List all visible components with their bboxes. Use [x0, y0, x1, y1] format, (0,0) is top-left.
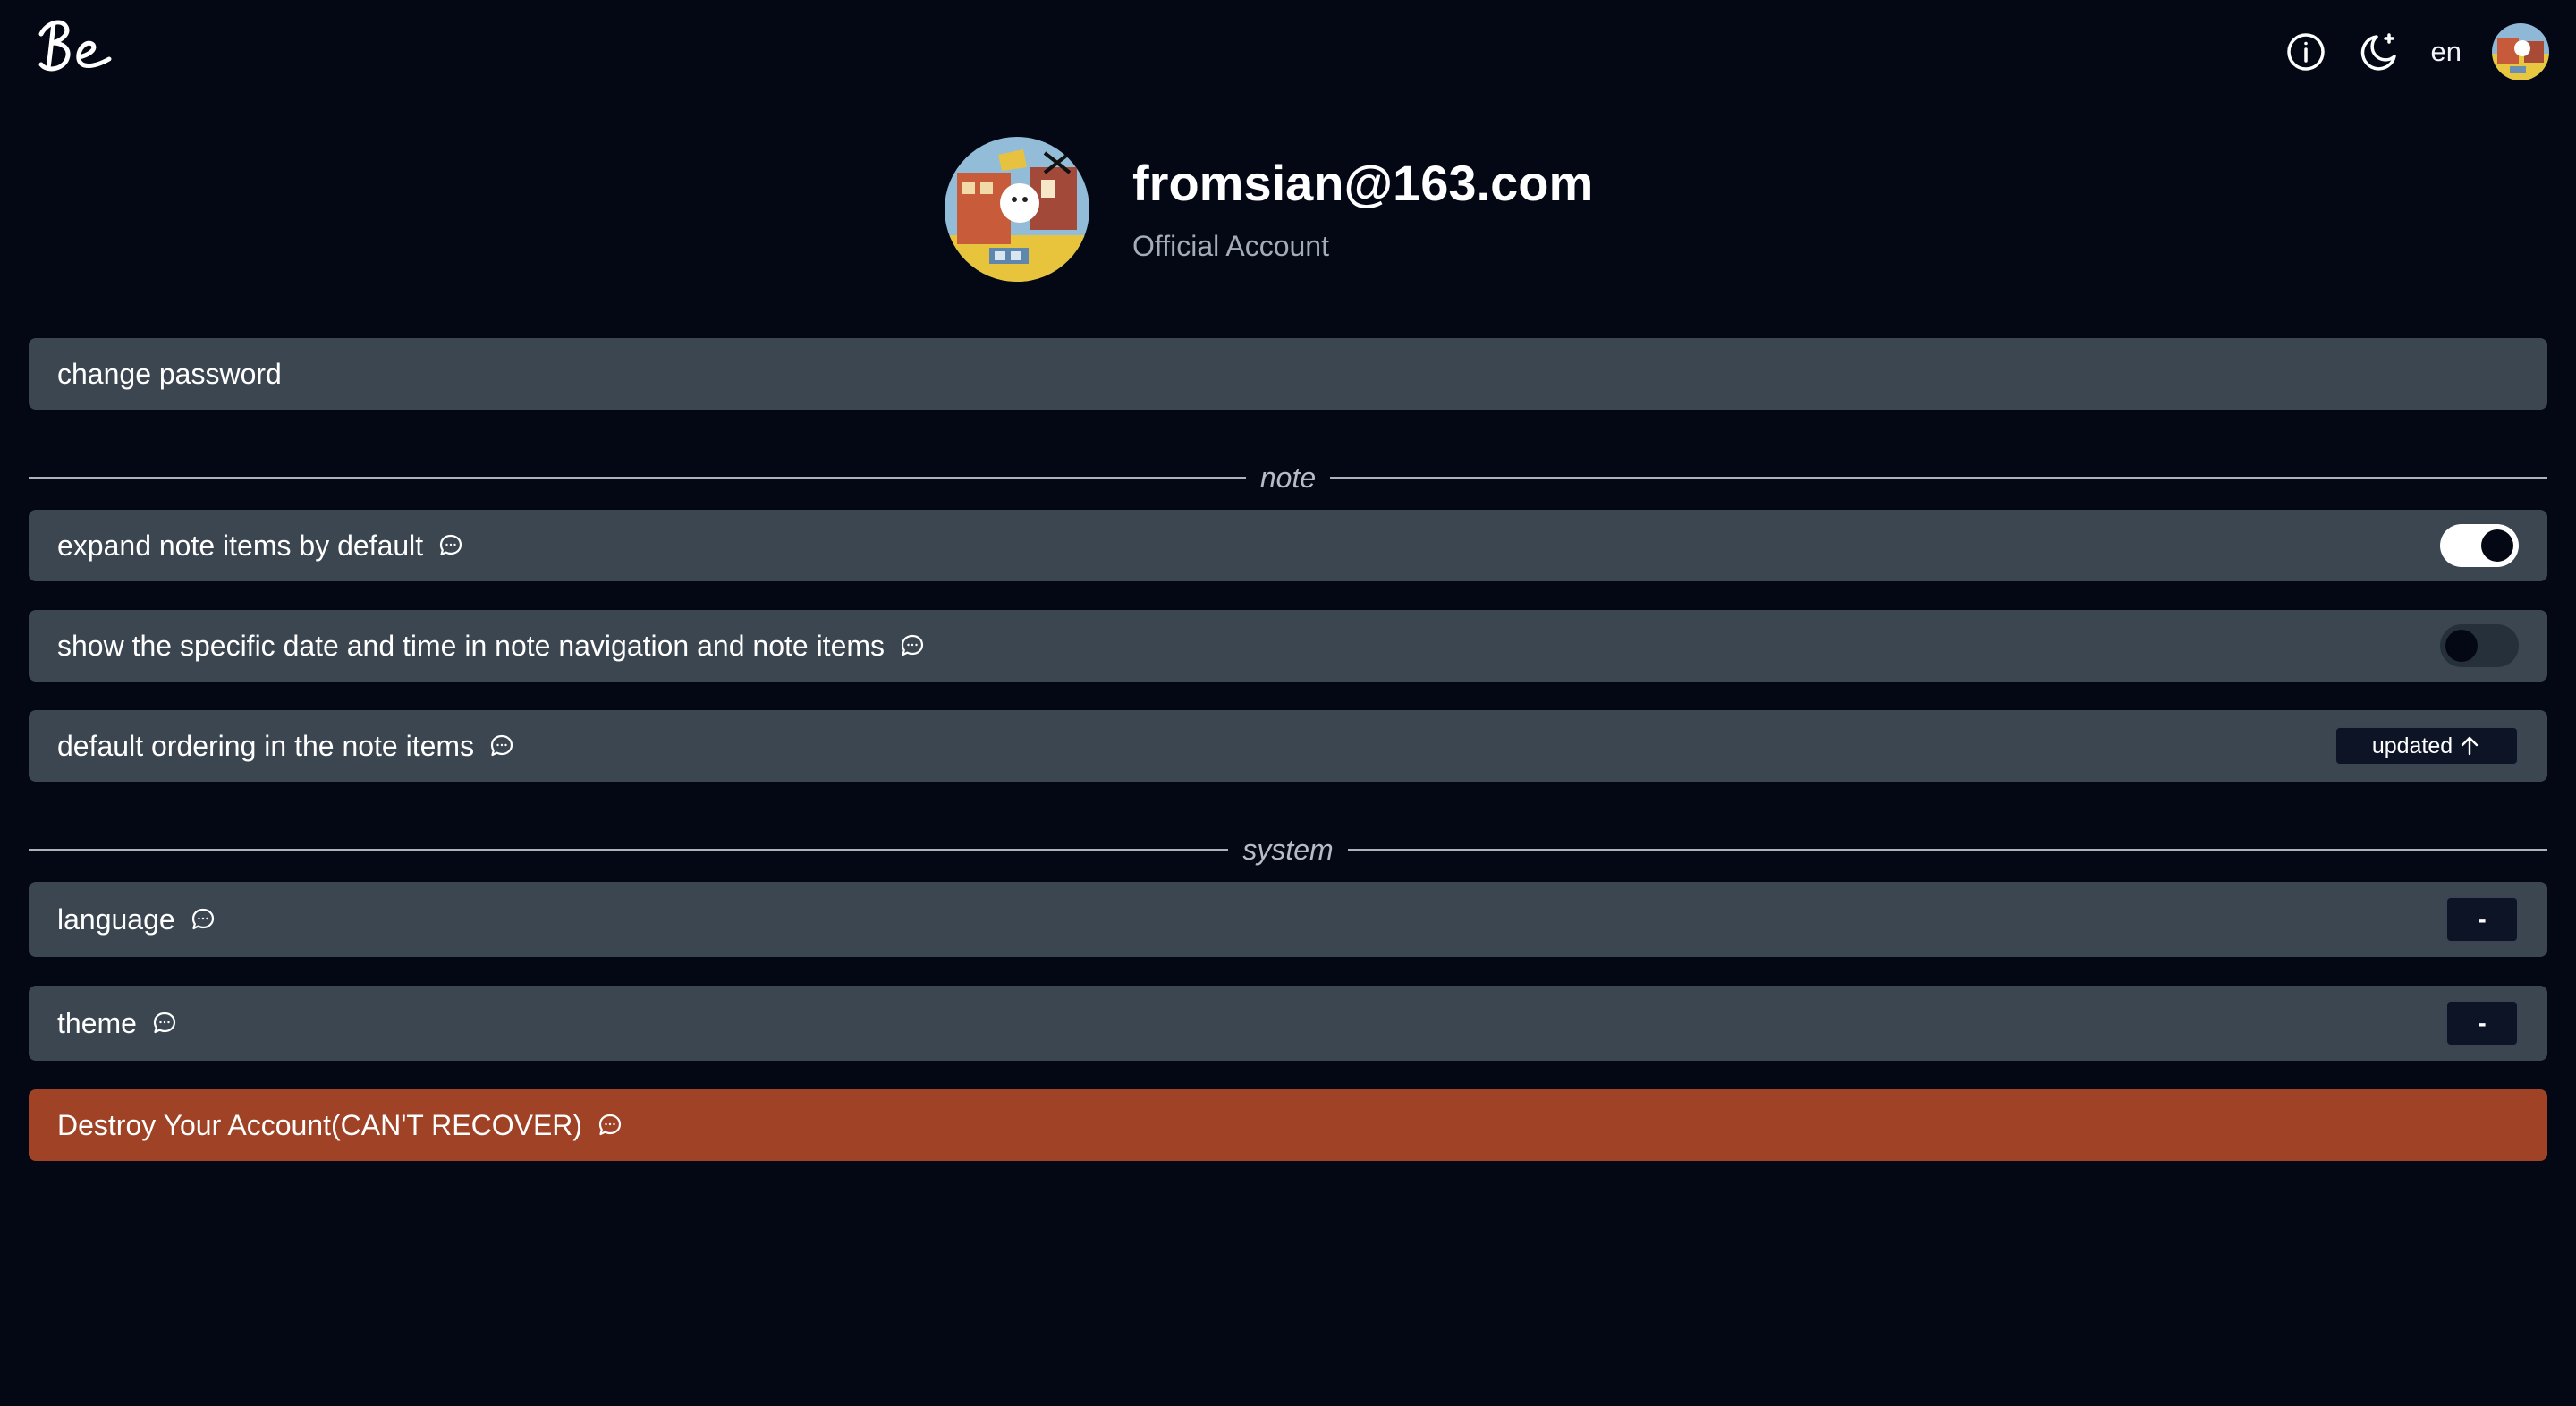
arrow-up-icon: [2461, 736, 2479, 756]
theme-toggle-moon-icon[interactable]: [2358, 30, 2401, 73]
language-switcher[interactable]: en: [2431, 36, 2462, 68]
show-date-time-setting: show the specific date and time in note …: [29, 610, 2547, 682]
language-select-button[interactable]: -: [2445, 896, 2519, 943]
ordering-select-button[interactable]: updated: [2334, 726, 2519, 766]
theme-setting: theme -: [29, 986, 2547, 1061]
profile-avatar: [945, 137, 1089, 282]
comment-icon[interactable]: [190, 906, 216, 933]
top-bar: en: [0, 0, 2576, 104]
divider-line: [29, 849, 1229, 851]
comment-icon[interactable]: [437, 532, 464, 559]
expand-note-items-label: expand note items by default: [57, 529, 424, 562]
expand-note-items-toggle[interactable]: [2440, 524, 2519, 567]
profile-header: fromsian@163.com Official Account: [945, 136, 1593, 283]
account-type-label: Official Account: [1132, 230, 1329, 263]
toggle-knob: [2445, 630, 2478, 662]
language-setting: language -: [29, 882, 2547, 957]
comment-icon[interactable]: [488, 733, 515, 759]
note-section-title: note: [1259, 461, 1317, 494]
divider-line: [1347, 849, 2547, 851]
toggle-knob: [2481, 529, 2513, 562]
note-section-divider: note: [29, 460, 2547, 495]
theme-select-button[interactable]: -: [2445, 1000, 2519, 1046]
comment-icon[interactable]: [151, 1010, 178, 1037]
theme-label: theme: [57, 1006, 137, 1039]
app-logo[interactable]: [34, 11, 116, 80]
language-label: language: [57, 902, 175, 936]
change-password-button[interactable]: change password: [29, 338, 2547, 410]
change-password-label: change password: [57, 357, 282, 390]
comment-icon[interactable]: [597, 1112, 623, 1139]
divider-line: [1330, 477, 2547, 479]
system-section-title: system: [1242, 833, 1334, 866]
divider-line: [29, 477, 1246, 479]
profile-email: fromsian@163.com: [1132, 154, 1594, 211]
system-section-divider: system: [29, 832, 2547, 868]
expand-note-items-setting: expand note items by default: [29, 510, 2547, 581]
destroy-account-button[interactable]: Destroy Your Account(CAN'T RECOVER): [29, 1089, 2547, 1161]
default-ordering-label: default ordering in the note items: [57, 729, 475, 762]
ordering-value: updated: [2371, 733, 2453, 758]
default-ordering-setting: default ordering in the note items updat…: [29, 710, 2547, 782]
info-icon[interactable]: [2284, 30, 2327, 73]
show-date-time-toggle[interactable]: [2440, 624, 2519, 667]
comment-icon[interactable]: [899, 632, 926, 659]
user-avatar[interactable]: [2492, 23, 2549, 80]
show-date-time-label: show the specific date and time in note …: [57, 629, 886, 662]
destroy-account-label: Destroy Your Account(CAN'T RECOVER): [57, 1108, 583, 1141]
